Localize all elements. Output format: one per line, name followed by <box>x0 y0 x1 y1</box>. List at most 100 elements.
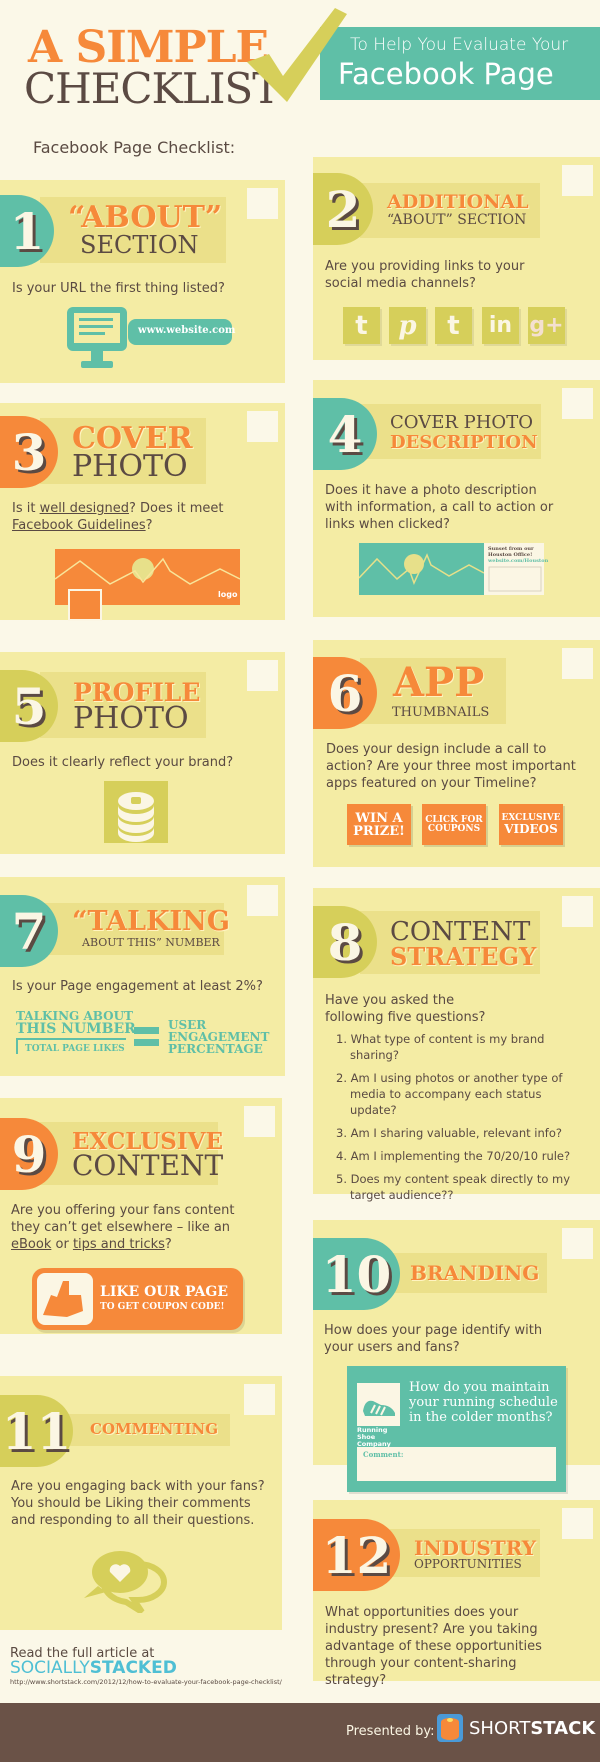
card-6-heading-top: APP <box>393 659 485 706</box>
formula-result-line3: PERCENTAGE <box>168 1042 263 1056</box>
sociallystacked-logo[interactable]: SOCIALLYSTACKED <box>10 1660 177 1677</box>
card-7-question: Is your Page engagement at least 2%? <box>12 979 263 994</box>
card-corner <box>562 1508 593 1539</box>
click-for-coupons-button[interactable]: CLICK FOR COUPONS <box>422 804 486 845</box>
card-4-heading-top: COVER PHOTO <box>390 412 533 433</box>
card-12-heading-top: INDUSTRY <box>414 1536 537 1560</box>
list-item: 2. Am I using photos or another type of … <box>336 1071 563 1117</box>
like-button-line1: LIKE OUR PAGE <box>100 1284 229 1300</box>
subtitle-line2: Facebook Page <box>338 57 554 91</box>
card-corner <box>247 188 278 219</box>
thumbs-up-icon <box>37 1273 93 1325</box>
list-item: 3. Am I sharing valuable, relevant info? <box>336 1126 562 1140</box>
card-11-question: Are you engaging back with your fans? Yo… <box>11 1479 265 1528</box>
cover-photo-illustration: logo <box>55 549 241 621</box>
card-11-heading: COMMENTING <box>90 1420 219 1438</box>
card-7-heading-bottom: ABOUT THIS” NUMBER <box>82 936 220 949</box>
monitor-icon <box>67 307 127 368</box>
card-6-question: Does your design include a call to actio… <box>326 742 576 791</box>
card-corner <box>244 1384 275 1415</box>
card-1-heading-bottom: SECTION <box>80 231 199 259</box>
card-12-heading-bottom: OPPORTUNITIES <box>414 1557 522 1571</box>
card-9-question: Are you offering your fans content they … <box>11 1203 235 1252</box>
card-8-heading-bottom: STRATEGY <box>390 942 537 971</box>
content-questions-list: 1. What type of content is my brand shar… <box>336 1031 586 1210</box>
card-2-heading-bottom: “ABOUT” SECTION <box>387 212 527 228</box>
card-10-heading: BRANDING <box>410 1261 540 1285</box>
list-item: 4. Am I implementing the 70/20/10 rule? <box>336 1149 571 1163</box>
fraction-bracket <box>16 1038 18 1054</box>
card-8-question: Have you asked the following five questi… <box>325 993 486 1025</box>
tumblr-icon[interactable]: t <box>343 307 380 344</box>
card-2-heading-top: ADDITIONAL <box>387 191 529 213</box>
card-4-question: Does it have a photo description with in… <box>325 483 554 532</box>
comment-input[interactable]: Comment: <box>357 1447 556 1481</box>
card-corner <box>562 1228 593 1259</box>
card-2-question: Are you providing links to your social m… <box>325 259 525 291</box>
branded-post-mockup: Running Shoe Company How do you maintain… <box>347 1366 566 1492</box>
equals-sign-bottom <box>134 1039 159 1046</box>
subtitle-line1: To Help You Evaluate Your <box>350 35 569 55</box>
header: A SIMPLE CHECKLIST To Help You Evaluate … <box>0 0 600 130</box>
caption-link[interactable]: website.com/Houston <box>488 558 548 564</box>
formula-numerator-line2: THIS NUMBER <box>16 1021 136 1037</box>
logo-label: logo <box>218 590 238 599</box>
well-designed-link[interactable]: well designed <box>40 501 129 516</box>
comment-label: Comment: <box>363 1450 404 1459</box>
comment-bubbles-icon <box>84 1551 167 1613</box>
subtitle-banner: To Help You Evaluate Your Facebook Page <box>320 27 600 100</box>
fraction-bar <box>16 1038 126 1040</box>
tips-and-tricks-link[interactable]: tips and tricks <box>73 1237 165 1252</box>
linkedin-icon[interactable]: in <box>482 307 519 344</box>
card-6-heading-bottom: THUMBNAILS <box>392 705 490 720</box>
card-corner <box>562 165 593 196</box>
card-corner <box>247 885 278 916</box>
card-5-question: Does it clearly reflect your brand? <box>12 755 234 770</box>
card-7-heading-top: “TALKING <box>72 906 230 937</box>
card-3-heading-bottom: PHOTO <box>72 449 188 484</box>
card-corner <box>562 896 593 927</box>
card-5-heading-bottom: PHOTO <box>73 701 189 736</box>
card-corner <box>562 388 593 419</box>
checklist-title: Facebook Page Checklist: <box>33 138 236 157</box>
number-badge-10: 10 <box>313 1238 400 1310</box>
card-10-question: How does your page identify with your us… <box>324 1323 543 1355</box>
like-our-page-button[interactable]: LIKE OUR PAGE TO GET COUPON CODE! <box>32 1268 243 1330</box>
card-9-heading-bottom: CONTENT <box>72 1149 224 1182</box>
footer: Presented by: SHORTSTACK <box>0 1703 600 1762</box>
like-button-line2: TO GET COUPON CODE! <box>100 1302 225 1312</box>
number-badge-11: 11 <box>0 1395 73 1467</box>
list-item: 1. What type of content is my brand shar… <box>336 1032 545 1062</box>
win-a-prize-button[interactable]: WIN A PRIZE! <box>347 804 411 845</box>
post-text: How do you maintain your running schedul… <box>409 1380 558 1425</box>
number-badge-12: 12 <box>313 1519 400 1591</box>
card-1-heading-top: “ABOUT” <box>68 200 223 235</box>
card-corner <box>247 660 278 691</box>
google-plus-icon[interactable]: g+ <box>528 307 565 344</box>
website-url-pill: www.website.com <box>128 319 236 345</box>
checkmark-icon <box>247 8 347 102</box>
card-corner <box>562 648 593 679</box>
list-item: 5. Does my content speak directly to my … <box>336 1172 571 1202</box>
card-4-heading-bottom: DESCRIPTION <box>390 432 538 453</box>
formula-denominator: TOTAL PAGE LIKES <box>25 1044 125 1054</box>
equals-sign <box>134 1027 159 1034</box>
card-12-question: What opportunities does your industry pr… <box>325 1605 542 1688</box>
card-corner <box>244 1106 275 1137</box>
brand-avatar <box>357 1383 400 1426</box>
stack-logo-icon <box>104 781 168 843</box>
card-1-question: Is your URL the first thing listed? <box>12 281 225 296</box>
pinterest-icon[interactable]: p <box>389 307 426 344</box>
article-url-link[interactable]: http://www.shortstack.com/2012/12/how-to… <box>10 1678 282 1686</box>
shortstack-logo-text[interactable]: SHORTSTACK <box>469 1720 595 1738</box>
ebook-link[interactable]: eBook <box>11 1237 51 1252</box>
brand-name: Running Shoe Company <box>357 1426 391 1448</box>
card-3-question: Is it well designed? Does it meet Facebo… <box>12 501 224 533</box>
exclusive-videos-button[interactable]: EXCLUSIVE VIDEOS <box>499 804 563 845</box>
facebook-guidelines-link[interactable]: Facebook Guidelines <box>12 518 146 533</box>
running-shoe-icon <box>363 1400 395 1416</box>
presented-by-label: Presented by: <box>346 1724 435 1739</box>
twitter-icon[interactable]: t <box>435 307 472 344</box>
shortstack-logo-icon <box>437 1714 463 1742</box>
card-corner <box>247 411 278 442</box>
